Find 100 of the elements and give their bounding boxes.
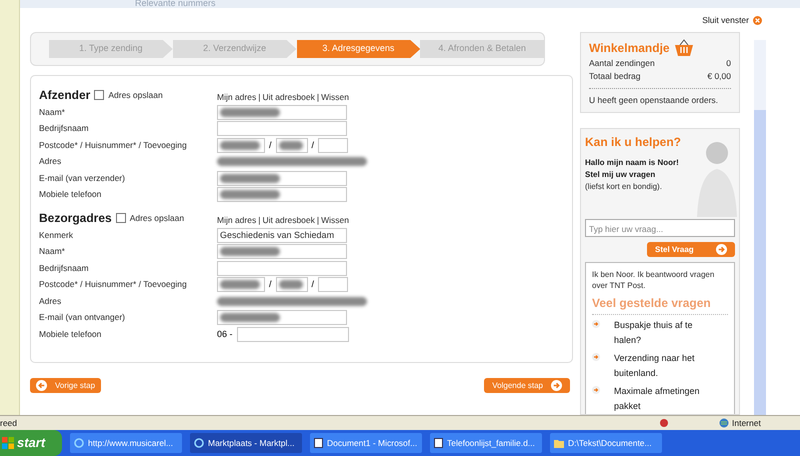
input-field[interactable] — [217, 121, 347, 136]
address-link[interactable]: Mijn adres — [217, 91, 256, 104]
separator-slash: / — [312, 138, 314, 152]
cart-value: € 0,00 — [707, 70, 731, 82]
section-title: Afzender — [39, 87, 90, 104]
field-label: Adres — [39, 294, 62, 308]
link-divider: | — [316, 91, 320, 104]
address-link[interactable]: Wissen — [321, 214, 349, 227]
blurred-text — [278, 280, 303, 290]
save-label: Adres opslaan — [130, 212, 184, 224]
input-field[interactable] — [217, 277, 265, 292]
separator-slash: / — [312, 278, 314, 291]
field-label: E-mail (van verzender) — [39, 172, 126, 185]
close-label[interactable]: Sluit venster — [702, 14, 749, 26]
address-link[interactable]: Uit adresboek — [262, 214, 315, 227]
taskbar-button[interactable]: Marktplaats - Marktpl... — [190, 433, 302, 453]
blurred-text — [220, 174, 280, 183]
bullet-arrow-icon — [592, 386, 600, 394]
save-label: Adres opslaan — [108, 88, 163, 102]
browser-icon — [74, 438, 84, 448]
help-title: Kan ik u helpen? — [585, 134, 682, 152]
field-label: Naam* — [39, 106, 66, 119]
address-link[interactable]: Wissen — [321, 91, 349, 104]
field-label: Postcode* / Huisnummer* / Toevoeging — [39, 278, 188, 292]
input-field[interactable] — [217, 104, 347, 120]
field-label: Mobiele telefoon — [39, 328, 102, 341]
step-tab[interactable]: 2. Verzendwijze — [172, 40, 296, 58]
back-button[interactable]: Vorige stap — [30, 378, 102, 393]
faq-link[interactable]: Buspakje thuis af te halen? — [614, 318, 704, 348]
save-checkbox[interactable] — [116, 213, 126, 223]
faq-link[interactable]: Verzending naar het buitenland. — [614, 351, 704, 381]
link-divider: | — [258, 214, 260, 227]
ask-button[interactable]: Stel Vraag — [647, 242, 735, 257]
input-field[interactable]: Geschiedenis van Schiedam — [217, 228, 347, 243]
link-divider: | — [258, 91, 260, 104]
field-label: Adres — [39, 155, 62, 168]
input-field[interactable] — [217, 244, 347, 260]
close-icon[interactable] — [753, 16, 762, 24]
taskbar-button[interactable]: Document1 - Microsof... — [310, 433, 422, 453]
taskbar-button[interactable]: http://www.musicarel... — [70, 433, 182, 453]
bullet-arrow-icon — [592, 353, 600, 361]
input-field[interactable] — [217, 260, 347, 276]
globe-icon — [719, 418, 729, 428]
start-button[interactable]: start — [0, 430, 62, 456]
address-link[interactable]: Uit adresboek — [262, 91, 315, 104]
separator-slash: / — [269, 278, 272, 291]
browser-icon — [194, 438, 204, 448]
link-divider: | — [316, 214, 320, 227]
input-field[interactable] — [318, 138, 348, 153]
zone-label: Internet — [732, 416, 762, 430]
section-title: Bezorgadres — [39, 210, 112, 227]
blurred-text — [278, 140, 303, 150]
field-label: Bedrijfsnaam — [39, 122, 90, 136]
help-greeting: Hallo mijn naam is Noor! — [585, 157, 680, 170]
cart-label: Totaal bedrag — [589, 70, 641, 82]
address-link[interactable]: Mijn adres — [217, 214, 256, 227]
separator-slash: / — [269, 138, 272, 152]
input-field[interactable] — [217, 187, 347, 202]
faq-title: Veel gestelde vragen — [592, 294, 728, 315]
scrollbar[interactable] — [754, 40, 766, 415]
input-field[interactable] — [217, 138, 265, 153]
field-label: Mobiele telefoon — [39, 188, 102, 202]
folder-icon — [554, 438, 564, 448]
cart-value: 0 — [726, 57, 731, 70]
blurred-text — [220, 247, 280, 256]
step-tab[interactable]: 3. Adresgegevens — [296, 40, 420, 58]
scroll-thumb[interactable] — [754, 110, 766, 415]
field-label: Naam* — [39, 245, 66, 258]
input-field[interactable] — [217, 170, 347, 186]
help-prompt: Stel mij uw vragen — [585, 169, 656, 182]
save-checkbox[interactable] — [94, 90, 104, 100]
step-tab[interactable]: 1. Type zending — [49, 40, 173, 58]
input-field[interactable] — [217, 310, 347, 326]
next-button[interactable]: Volgende stap — [484, 378, 570, 393]
input-field[interactable] — [318, 277, 348, 292]
input-field[interactable] — [276, 138, 308, 153]
blurred-text — [220, 280, 260, 290]
input-field[interactable] — [236, 326, 349, 342]
blurred-text — [220, 108, 280, 117]
faq-link[interactable]: Maximale afmetingen pakket — [614, 384, 704, 414]
cart-message: U heeft geen openstaande orders. — [589, 94, 720, 106]
input-field[interactable] — [276, 277, 308, 292]
arrow-icon — [36, 380, 47, 391]
security-icon — [659, 418, 669, 428]
step-tab[interactable]: 4. Afronden & Betalen — [420, 40, 544, 58]
field-label: Kenmerk — [39, 228, 74, 242]
field-label: Bedrijfsnaam — [39, 262, 90, 275]
blurred-text — [220, 140, 260, 150]
cart-title: Winkelmandje — [589, 40, 670, 57]
taskbar-button[interactable]: D:\Tekst\Documente... — [550, 433, 662, 453]
taskbar-button[interactable]: Telefoonlijst_familie.d... — [430, 433, 542, 453]
cart-label: Aantal zendingen — [589, 57, 655, 70]
document-icon — [434, 438, 443, 448]
question-field[interactable]: Typ hier uw vraag... — [585, 219, 735, 237]
document-icon — [314, 438, 323, 448]
field-label: Postcode* / Huisnummer* / Toevoeging — [39, 138, 188, 152]
field-label: E-mail (van ontvanger) — [39, 311, 126, 324]
basket-icon — [674, 39, 694, 57]
windows-logo-icon — [2, 437, 14, 449]
blurred-text — [220, 190, 280, 200]
